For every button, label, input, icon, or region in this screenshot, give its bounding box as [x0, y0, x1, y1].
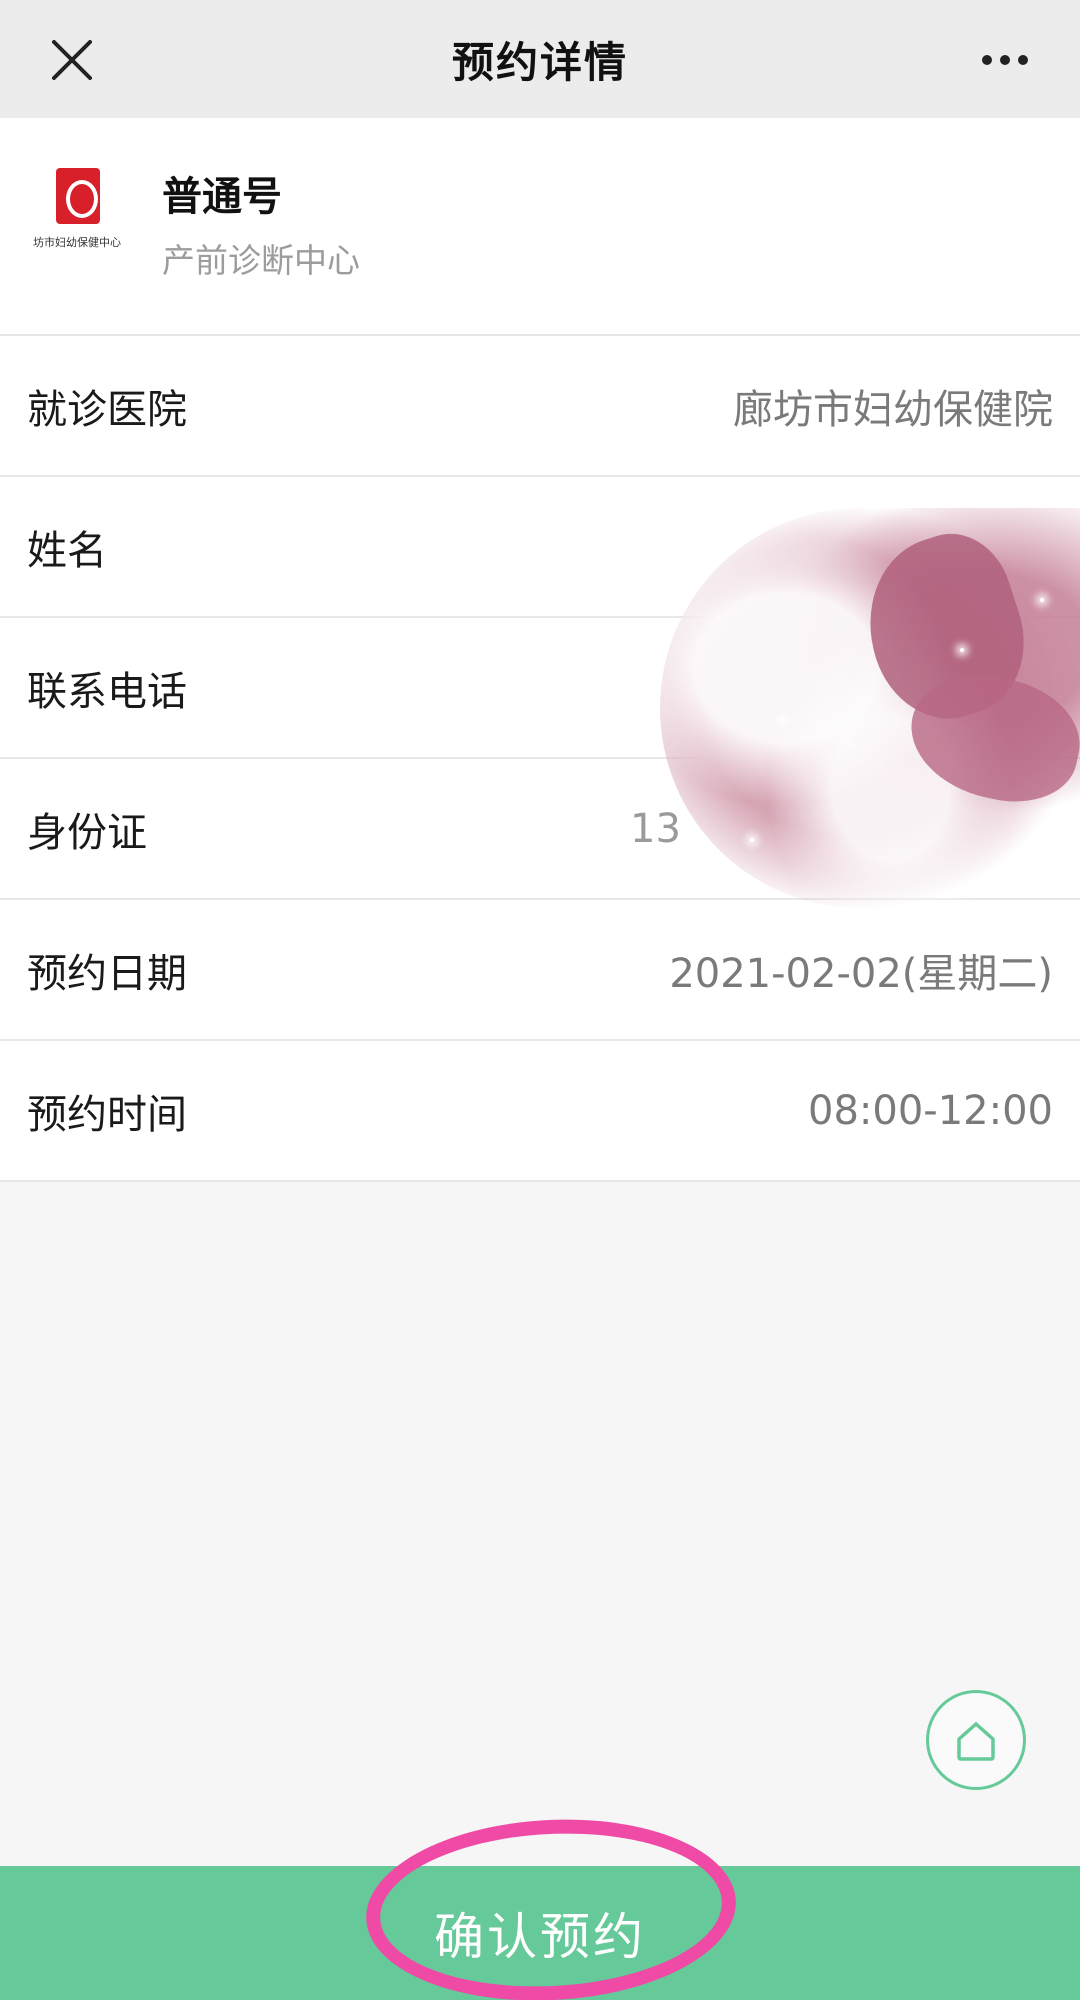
more-icon-dot [1000, 55, 1010, 65]
row-appointment-date: 预约日期 2021-02-02(星期二) [0, 900, 1080, 1041]
confirm-button-label: 确认预约 [434, 1908, 646, 1966]
row-value: 2021-02-02(星期二) [669, 950, 1053, 997]
row-label: 身份证 [27, 809, 147, 856]
top-navigation-bar: 预约详情 [0, 0, 1080, 118]
row-label: 联系电话 [27, 668, 187, 715]
home-button[interactable] [926, 1690, 1026, 1790]
department-name: 产前诊断中心 [162, 241, 360, 280]
row-label: 就诊医院 [27, 386, 187, 433]
more-icon-dot [982, 55, 992, 65]
row-value: 08:00-12:00 [808, 1087, 1053, 1134]
row-value: 廊坊市妇幼保健院 [733, 386, 1053, 433]
appointment-header-card: 坊市妇幼保健中心 普通号 产前诊断中心 [0, 118, 1080, 336]
registration-type: 普通号 [162, 174, 282, 220]
close-icon [52, 40, 92, 80]
page-title: 预约详情 [451, 37, 628, 87]
row-label: 预约时间 [27, 1091, 187, 1138]
appointment-details-list: 就诊医院 廊坊市妇幼保健院 姓名 联系电话 身份证 13 预约日期 2021-0… [0, 336, 1080, 1182]
row-appointment-time: 预约时间 08:00-12:00 [0, 1041, 1080, 1182]
page: 预约详情 坊市妇幼保健中心 普通号 产前诊断中心 就诊医院 廊坊市妇幼保健院 姓… [0, 0, 1080, 2000]
close-button[interactable] [42, 30, 102, 90]
row-label: 姓名 [27, 527, 107, 574]
row-label: 预约日期 [27, 950, 187, 997]
more-icon-dot [1018, 55, 1028, 65]
hospital-logo-text: 坊市妇幼保健中心 [33, 236, 121, 249]
hospital-seal-icon [56, 168, 100, 224]
row-phone: 联系电话 [0, 618, 1080, 759]
hospital-logo: 坊市妇幼保健中心 [30, 168, 124, 268]
more-button[interactable] [970, 40, 1040, 80]
confirm-appointment-button[interactable]: 确认预约 [0, 1866, 1080, 2000]
row-name: 姓名 [0, 477, 1080, 618]
home-icon [957, 1722, 995, 1761]
row-id-card: 身份证 13 [0, 759, 1080, 900]
row-hospital: 就诊医院 廊坊市妇幼保健院 [0, 336, 1080, 477]
row-value: 13 [630, 805, 681, 852]
